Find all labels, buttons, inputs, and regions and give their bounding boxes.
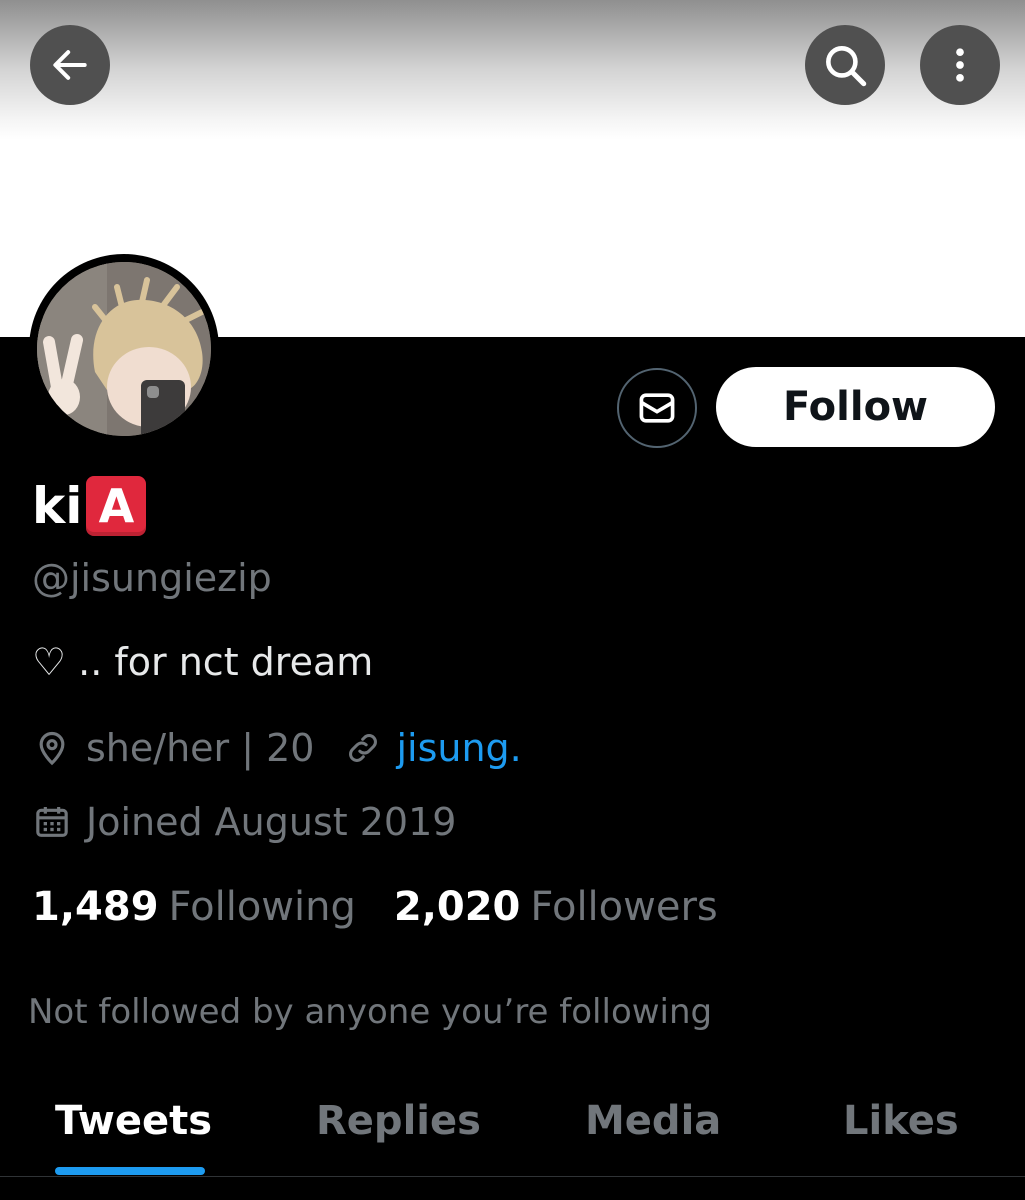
- tab-tweets[interactable]: Tweets: [55, 1098, 212, 1144]
- avatar[interactable]: [29, 254, 219, 444]
- joined-date: Joined August 2019: [86, 800, 457, 844]
- tabs-divider: [0, 1176, 1025, 1177]
- followers-count: 2,020: [393, 884, 521, 930]
- tab-media[interactable]: Media: [585, 1098, 721, 1144]
- mutual-followers-note: Not followed by anyone you’re following: [28, 992, 713, 1032]
- message-button[interactable]: [617, 368, 697, 448]
- display-name-text: ki: [32, 477, 83, 535]
- avatar-image: [37, 262, 211, 436]
- back-button[interactable]: [30, 25, 110, 105]
- active-tab-indicator: [55, 1167, 205, 1175]
- tab-likes[interactable]: Likes: [843, 1098, 959, 1144]
- profile-tabs: Tweets Replies Media Likes: [0, 1080, 1025, 1175]
- tab-replies[interactable]: Replies: [316, 1098, 481, 1144]
- arrow-left-icon: [53, 50, 87, 80]
- profile-page: Follow ki A @jisungiezip ♡ .. for nct dr…: [0, 0, 1025, 1200]
- location-pin-icon: [39, 731, 65, 766]
- website-link[interactable]: jisung.: [396, 726, 521, 770]
- profile-meta-row: she/her | 20 jisung.: [32, 726, 522, 770]
- location-text: she/her | 20: [86, 726, 315, 770]
- link-icon: [349, 734, 378, 762]
- search-button[interactable]: [805, 25, 885, 105]
- follow-button[interactable]: Follow: [716, 367, 995, 447]
- username-handle: @jisungiezip: [32, 556, 272, 600]
- following-stat[interactable]: 1,489 Following: [32, 884, 356, 930]
- search-icon: [826, 46, 867, 87]
- letter-a-emoji-icon: A: [86, 476, 147, 536]
- following-label: Following: [168, 884, 356, 930]
- joined-row: Joined August 2019: [32, 800, 456, 844]
- profile-bio: ♡ .. for nct dream: [32, 640, 374, 684]
- following-count: 1,489: [32, 884, 159, 930]
- follow-stats: 1,489 Following 2,020 Followers: [32, 884, 718, 930]
- more-vertical-icon: [956, 48, 964, 82]
- followers-stat[interactable]: 2,020 Followers: [394, 884, 718, 930]
- envelope-icon: [639, 393, 675, 423]
- more-options-button[interactable]: [920, 25, 1000, 105]
- calendar-icon: [36, 807, 68, 837]
- display-name: ki A: [32, 474, 147, 538]
- followers-label: Followers: [530, 884, 718, 930]
